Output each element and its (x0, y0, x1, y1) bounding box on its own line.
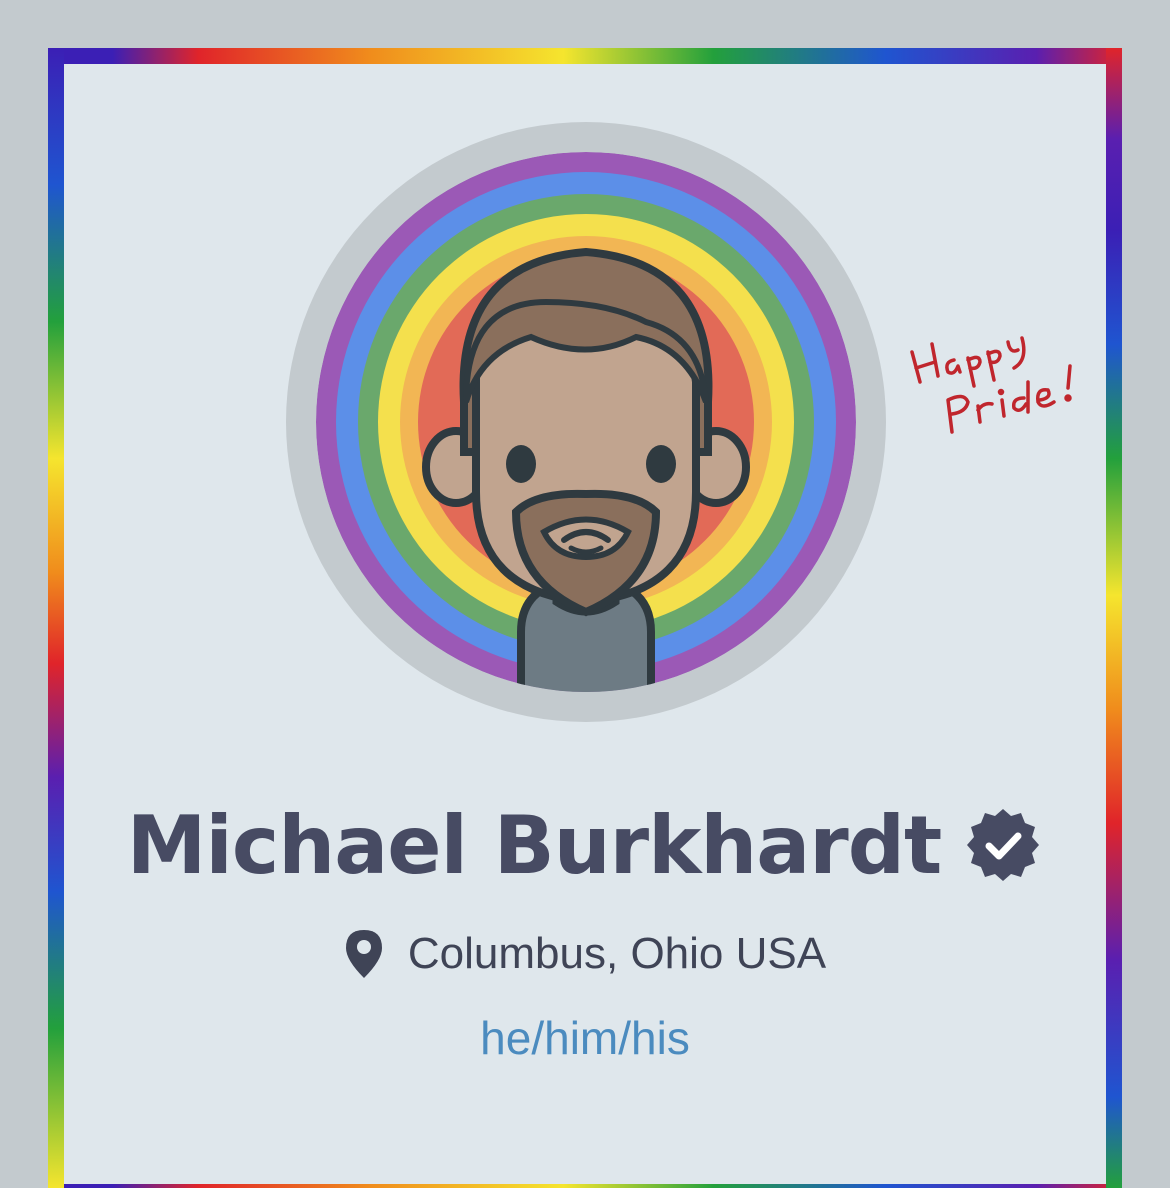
avatar-illustration (316, 152, 856, 692)
map-pin-icon (345, 930, 382, 978)
profile-name: Michael Burkhardt (126, 798, 942, 892)
rainbow-frame-right (1106, 48, 1122, 1188)
pride-note-handwriting (910, 336, 1072, 434)
profile-card: Michael Burkhardt Columbus, Ohio USA he/… (64, 64, 1106, 1184)
profile-location: Columbus, Ohio USA (407, 929, 827, 978)
pronouns-row: he/him/his (64, 1008, 1106, 1068)
pronouns-link[interactable]: he/him/his (480, 1011, 690, 1065)
avatar[interactable] (286, 122, 886, 722)
name-row: Michael Burkhardt (64, 790, 1106, 900)
location-row: Columbus, Ohio USA (64, 924, 1106, 984)
verified-badge-icon[interactable] (963, 805, 1043, 885)
rainbow-frame-left (48, 48, 64, 1188)
